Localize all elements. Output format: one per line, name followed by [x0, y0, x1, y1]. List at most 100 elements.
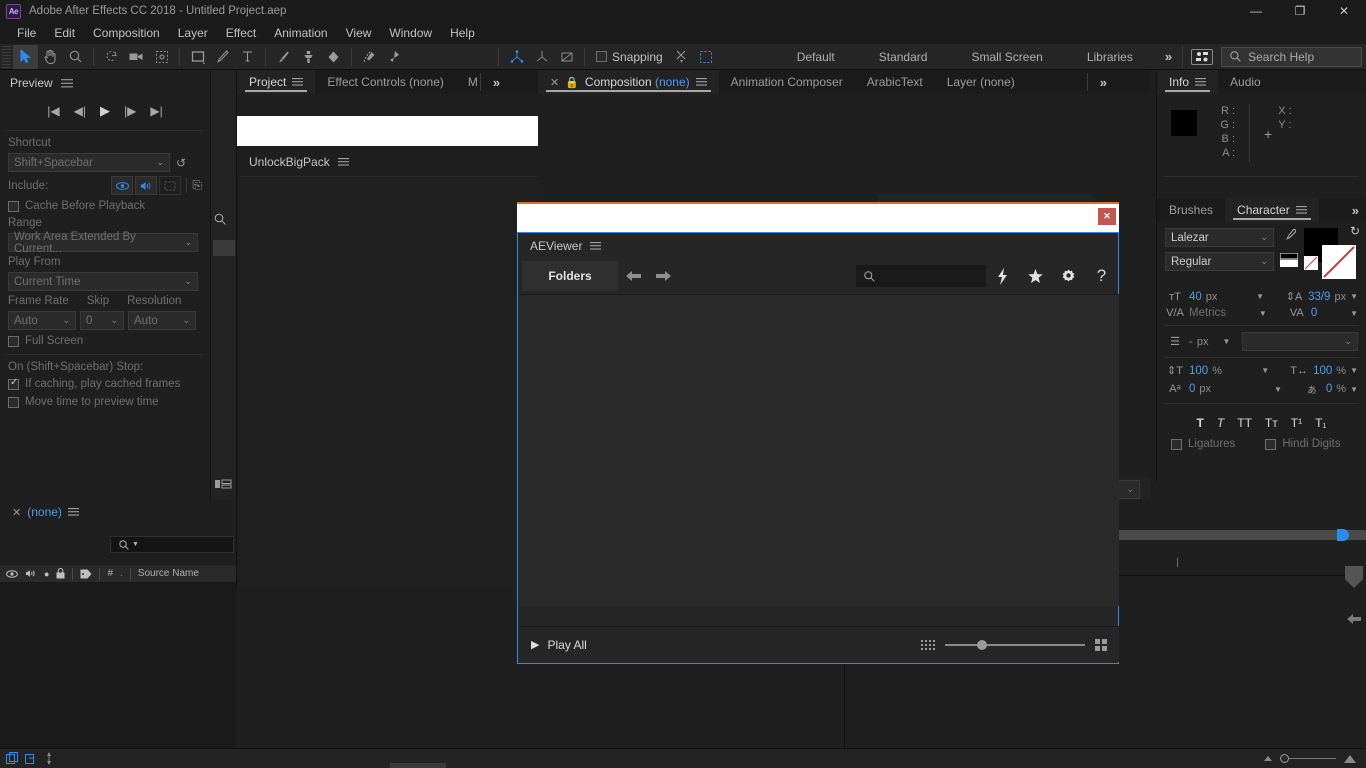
ligatures-checkbox[interactable] [1171, 438, 1182, 450]
workspace-libraries[interactable]: Libraries [1065, 46, 1155, 68]
folders-button[interactable]: Folders [522, 261, 618, 291]
first-frame-button[interactable]: |◀ [47, 104, 59, 118]
chevron-down-icon[interactable]: ▼ [1261, 366, 1269, 375]
range-dropdown[interactable]: Work Area Extended By Current... ⌄ [8, 231, 198, 255]
time-marker-knob[interactable] [1337, 529, 1349, 541]
minimize-button[interactable]: — [1234, 0, 1278, 22]
full-screen-checkbox[interactable] [8, 335, 19, 347]
help-icon[interactable]: ? [1085, 261, 1118, 291]
tab-brushes[interactable]: Brushes [1157, 198, 1226, 222]
chevron-down-icon[interactable]: ▼ [1256, 292, 1264, 301]
font-style-dropdown[interactable]: Regular ⌄ [1165, 252, 1274, 271]
nav-back-button[interactable] [618, 261, 648, 291]
thumbnail-size-slider[interactable] [945, 639, 1085, 650]
faux-bold-button[interactable]: T [1197, 416, 1204, 430]
project-flowchart-icon[interactable] [215, 478, 232, 490]
audio-icon[interactable] [25, 569, 37, 578]
panel-menu-icon[interactable] [67, 508, 79, 516]
last-frame-button[interactable]: ▶| [150, 104, 162, 118]
tracking-value[interactable]: 0 [1311, 307, 1317, 319]
font-family-dropdown[interactable]: Lalezar ⌄ [1165, 228, 1274, 247]
stroke-color-swatch[interactable] [1322, 245, 1356, 279]
toolbar-grip[interactable] [2, 45, 11, 68]
play-button[interactable]: ▶ [100, 103, 110, 119]
faux-italic-button[interactable]: T [1217, 416, 1224, 430]
tab-project[interactable]: Project [237, 70, 316, 94]
workspace-settings-icon[interactable] [1191, 48, 1214, 65]
large-thumbnails-icon[interactable] [1095, 638, 1107, 651]
puppet-pin-tool[interactable] [382, 45, 407, 69]
cache-before-playback-checkbox[interactable] [8, 200, 19, 212]
hindi-digits-checkbox[interactable] [1265, 438, 1277, 450]
label-icon[interactable] [80, 569, 92, 579]
tab-effect-controls[interactable]: Effect Controls (none) [315, 70, 456, 94]
close-icon[interactable]: ✕ [12, 506, 21, 519]
include-video-icon[interactable] [111, 176, 134, 195]
rectangle-tool[interactable] [185, 45, 210, 69]
close-icon[interactable]: ✕ [550, 76, 559, 89]
hindi-digits-row[interactable]: Hindi Digits [1265, 438, 1340, 450]
adjust-exposure-icon[interactable] [44, 752, 54, 765]
skip-dropdown[interactable]: 0 ⌄ [80, 311, 124, 330]
resolution-dropdown[interactable]: Auto ⌄ [128, 311, 196, 330]
frame-rate-dropdown[interactable]: Auto ⌄ [8, 311, 76, 330]
color-swatches[interactable]: ↻ [1304, 224, 1360, 280]
horizontal-scale-value[interactable]: 100 [1313, 365, 1332, 377]
local-axis-mode-icon[interactable] [504, 45, 529, 69]
if-caching-checkbox[interactable] [8, 377, 19, 390]
motion-blur-icon[interactable] [1346, 612, 1362, 626]
small-thumbnails-icon[interactable] [921, 639, 935, 650]
settings-gear-icon[interactable] [1052, 261, 1085, 291]
lock-icon[interactable] [56, 568, 65, 579]
tab-partial-m[interactable]: M [455, 70, 480, 94]
timeline-grip-handle[interactable] [1345, 566, 1363, 588]
panel-menu-icon[interactable] [337, 158, 349, 166]
tab-layer[interactable]: Layer (none) [934, 70, 1027, 94]
zoom-in-icon[interactable] [1344, 754, 1356, 763]
layer-sort-header[interactable]: . [120, 568, 123, 579]
brush-tool[interactable] [271, 45, 296, 69]
tab-timeline-none[interactable]: ✕ (none) [0, 500, 91, 524]
workspace-small-screen[interactable]: Small Screen [949, 46, 1064, 68]
menu-help[interactable]: Help [441, 24, 484, 42]
solo-icon[interactable]: ● [44, 569, 49, 579]
roto-brush-tool[interactable] [357, 45, 382, 69]
workspace-default[interactable]: Default [775, 46, 857, 68]
leading-value[interactable]: 33/9 [1308, 291, 1330, 303]
aeviewer-search-input[interactable] [856, 265, 986, 287]
play-all-button[interactable]: ▶ Play All [531, 638, 587, 652]
tab-audio[interactable]: Audio [1218, 70, 1273, 94]
tab-arabictext[interactable]: ArabicText [854, 70, 935, 94]
zoom-out-icon[interactable] [1264, 756, 1272, 761]
ligatures-row[interactable]: Ligatures [1171, 438, 1235, 450]
full-screen-row[interactable]: Full Screen [0, 332, 210, 350]
new-comp-icon[interactable] [6, 752, 19, 765]
search-help-field[interactable]: Search Help [1221, 46, 1362, 67]
tsume-value[interactable]: 0 [1326, 383, 1332, 395]
stroke-width-value[interactable]: - [1189, 336, 1193, 348]
chevron-down-icon[interactable]: ▼ [1259, 309, 1267, 318]
pan-behind-tool[interactable] [149, 45, 174, 69]
prev-frame-button[interactable]: ◀| [74, 104, 86, 118]
world-axis-mode-icon[interactable] [529, 45, 554, 69]
workspace-more-button[interactable]: » [1155, 49, 1182, 64]
chevron-down-icon[interactable]: ▼ [1350, 366, 1358, 375]
menu-file[interactable]: File [8, 24, 45, 42]
eraser-tool[interactable] [321, 45, 346, 69]
panel-menu-icon[interactable] [1195, 78, 1207, 86]
menu-effect[interactable]: Effect [217, 24, 265, 42]
menu-animation[interactable]: Animation [265, 24, 336, 42]
panel-menu-icon[interactable] [590, 242, 602, 250]
view-axis-mode-icon[interactable] [554, 45, 579, 69]
if-caching-row[interactable]: If caching, play cached frames [0, 375, 210, 393]
snapping-checkbox[interactable] [596, 51, 607, 62]
type-tool[interactable] [235, 45, 260, 69]
menu-composition[interactable]: Composition [84, 24, 169, 42]
snapping-toggle[interactable]: Snapping [596, 50, 663, 64]
tab-character[interactable]: Character [1225, 198, 1319, 222]
composition-tabs-more-button[interactable]: » [1092, 70, 1115, 94]
small-caps-button[interactable]: Tт [1265, 416, 1278, 430]
reset-icon[interactable]: ↺ [176, 156, 186, 170]
move-time-checkbox[interactable] [8, 396, 19, 408]
character-tabs-more-button[interactable]: » [1344, 198, 1366, 222]
